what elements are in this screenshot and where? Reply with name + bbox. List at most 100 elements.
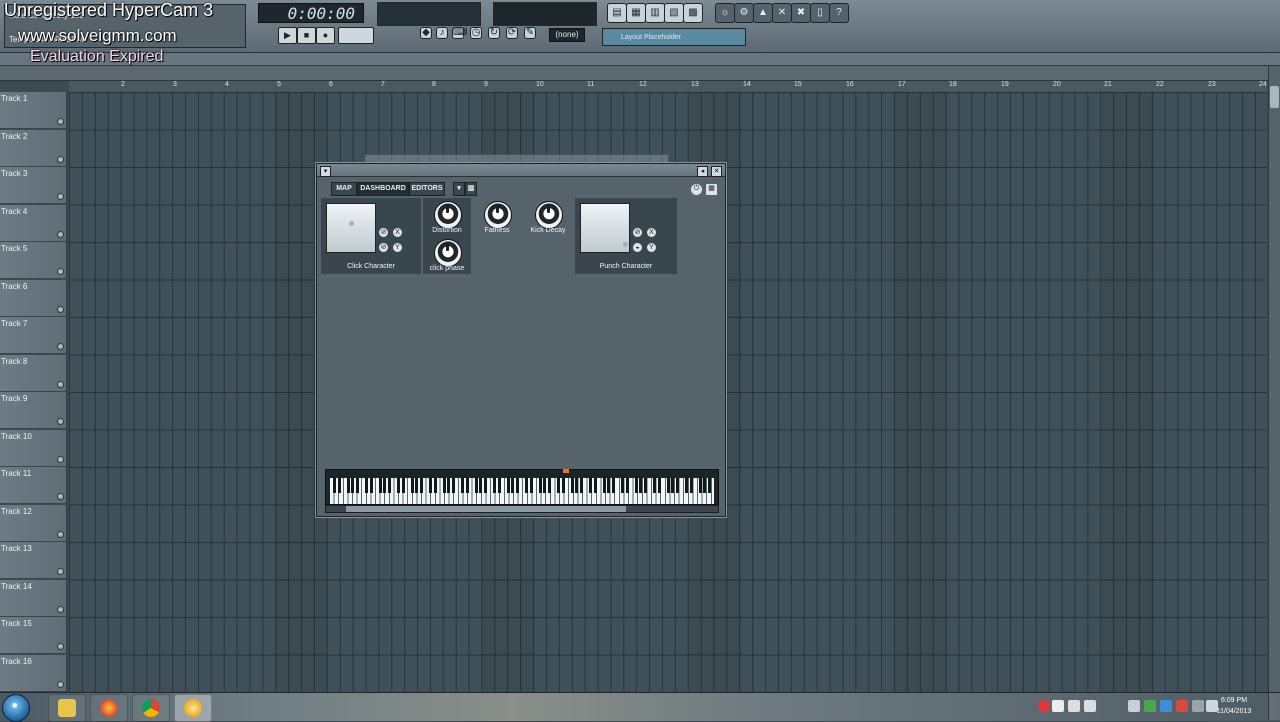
y-axis-icon[interactable]: Y bbox=[647, 243, 656, 252]
browser-icon[interactable]: ▧ bbox=[664, 3, 684, 23]
black-key[interactable] bbox=[635, 478, 638, 493]
black-key[interactable] bbox=[475, 478, 478, 493]
black-key[interactable] bbox=[621, 478, 624, 493]
keyboard-scrollbar[interactable] bbox=[325, 505, 719, 513]
keyboard-view-icon[interactable]: ▥ bbox=[465, 182, 477, 196]
track-header[interactable]: Track 5 bbox=[0, 242, 67, 279]
countdown-icon[interactable]: ↻ bbox=[488, 27, 500, 39]
black-key[interactable] bbox=[685, 478, 688, 493]
track-header[interactable]: Track 11 bbox=[0, 467, 67, 504]
record-button[interactable]: ● bbox=[316, 27, 335, 44]
x-icon[interactable]: ✖ bbox=[791, 3, 811, 23]
black-key[interactable] bbox=[671, 478, 674, 493]
track-header[interactable]: Track 9 bbox=[0, 392, 67, 429]
step-edit-icon[interactable]: ✎ bbox=[524, 27, 536, 39]
track-mute-led[interactable] bbox=[57, 680, 64, 688]
y-axis-icon[interactable]: Y bbox=[393, 243, 402, 252]
track-header[interactable]: Track 3 bbox=[0, 167, 67, 204]
kick-decay-knob[interactable] bbox=[535, 201, 563, 229]
black-key[interactable] bbox=[411, 478, 414, 493]
black-key[interactable] bbox=[703, 478, 706, 493]
track-mute-led[interactable] bbox=[57, 118, 64, 125]
tab-map[interactable]: MAP bbox=[331, 182, 357, 196]
document-icon[interactable]: ▯ bbox=[810, 3, 830, 23]
punch-character-pad[interactable] bbox=[580, 203, 630, 253]
black-key[interactable] bbox=[644, 478, 647, 493]
black-key[interactable] bbox=[530, 478, 533, 493]
track-header[interactable]: Track 4 bbox=[0, 204, 67, 242]
keyboard-scroll-thumb[interactable] bbox=[346, 506, 626, 512]
black-key[interactable] bbox=[511, 478, 514, 493]
black-key[interactable] bbox=[365, 478, 368, 493]
black-key[interactable] bbox=[466, 478, 469, 493]
black-key[interactable] bbox=[658, 478, 661, 493]
black-key[interactable] bbox=[397, 478, 400, 493]
black-key[interactable] bbox=[639, 478, 642, 493]
link-icon[interactable]: ⊘ bbox=[633, 228, 642, 237]
black-key[interactable] bbox=[447, 478, 450, 493]
wait-input-icon[interactable]: ◷ bbox=[470, 27, 482, 39]
lock-icon[interactable]: ▲ bbox=[753, 3, 773, 23]
link-icon[interactable]: ⊘ bbox=[379, 228, 388, 237]
loop-record-icon[interactable]: ⟳ bbox=[506, 27, 518, 39]
track-header[interactable]: Track 8 bbox=[0, 354, 67, 392]
x-axis-icon[interactable]: X bbox=[393, 228, 402, 237]
plugin-power-icon[interactable]: ⏻ bbox=[691, 184, 702, 195]
black-key[interactable] bbox=[575, 478, 578, 493]
black-key[interactable] bbox=[626, 478, 629, 493]
tray-app-icon[interactable] bbox=[1128, 700, 1140, 712]
track-header[interactable]: Track 10 bbox=[0, 429, 67, 467]
tab-dashboard[interactable]: DASHBOARD bbox=[357, 182, 409, 196]
hypercam-tool-icon[interactable] bbox=[1068, 700, 1080, 712]
metronome-icon[interactable]: ♪ bbox=[436, 27, 448, 39]
black-key[interactable] bbox=[379, 478, 382, 493]
black-key[interactable] bbox=[667, 478, 670, 493]
piano-roll-icon[interactable]: ▥ bbox=[645, 3, 665, 23]
black-key[interactable] bbox=[589, 478, 592, 493]
playlist-titlebar[interactable] bbox=[0, 53, 1280, 66]
piano-keyboard[interactable] bbox=[325, 469, 719, 505]
track-mute-led[interactable] bbox=[57, 418, 64, 425]
xy-handle[interactable] bbox=[349, 221, 354, 226]
plugin-titlebar[interactable]: ▾ ◂ ✕ bbox=[317, 164, 725, 177]
black-key[interactable] bbox=[562, 478, 565, 493]
hypercam-settings-icon[interactable] bbox=[1084, 700, 1096, 712]
start-button[interactable] bbox=[2, 694, 30, 722]
black-key[interactable] bbox=[603, 478, 606, 493]
track-mute-led[interactable] bbox=[57, 380, 64, 388]
black-key[interactable] bbox=[370, 478, 373, 493]
dropdown-arrow-icon[interactable]: ▾ bbox=[453, 182, 465, 196]
track-header[interactable]: Track 1 bbox=[0, 92, 67, 129]
black-key[interactable] bbox=[708, 478, 711, 493]
track-header[interactable]: Track 15 bbox=[0, 617, 67, 654]
taskbar-chrome[interactable] bbox=[132, 694, 170, 722]
tray-app-icon[interactable] bbox=[1144, 700, 1156, 712]
black-key[interactable] bbox=[543, 478, 546, 493]
track-mute-led[interactable] bbox=[57, 530, 64, 538]
black-key[interactable] bbox=[612, 478, 615, 493]
layout-preset-box[interactable]: Layout Placeholder bbox=[602, 28, 746, 46]
xy-handle[interactable] bbox=[623, 242, 628, 247]
plugin-grid-icon[interactable]: ▦ bbox=[706, 184, 717, 195]
black-key[interactable] bbox=[479, 478, 482, 493]
close-all-icon[interactable]: ✕ bbox=[772, 3, 792, 23]
black-key[interactable] bbox=[429, 478, 432, 493]
black-key[interactable] bbox=[347, 478, 350, 493]
black-key[interactable] bbox=[338, 478, 341, 493]
fatness-knob[interactable] bbox=[484, 201, 512, 229]
tray-app-icon[interactable] bbox=[1160, 700, 1172, 712]
black-key[interactable] bbox=[539, 478, 542, 493]
black-key[interactable] bbox=[388, 478, 391, 493]
piano-keys[interactable] bbox=[330, 478, 714, 504]
track-mute-led[interactable] bbox=[57, 605, 64, 613]
black-key[interactable] bbox=[699, 478, 702, 493]
track-mute-led[interactable] bbox=[57, 230, 64, 238]
playlist-window-icon[interactable]: ▤ bbox=[607, 3, 627, 23]
fx-icon[interactable]: ☼ bbox=[715, 3, 735, 23]
plugin-close-icon[interactable]: ✕ bbox=[711, 166, 722, 177]
track-header[interactable]: Track 14 bbox=[0, 579, 67, 617]
snap-icon[interactable]: ◆ bbox=[420, 27, 432, 39]
track-header[interactable]: Track 12 bbox=[0, 504, 67, 542]
black-key[interactable] bbox=[525, 478, 528, 493]
black-key[interactable] bbox=[461, 478, 464, 493]
